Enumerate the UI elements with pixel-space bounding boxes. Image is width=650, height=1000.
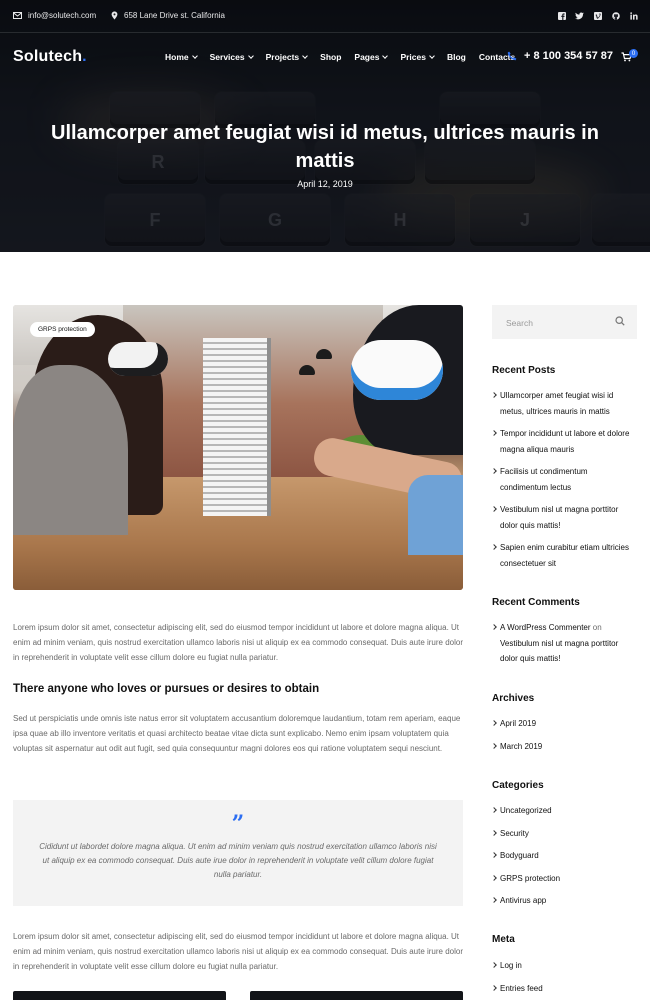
category-link[interactable]: Antivirus app — [492, 893, 637, 909]
category-link[interactable]: Uncategorized — [492, 803, 637, 819]
nav-item-pages[interactable]: Pages — [354, 52, 389, 62]
search-input[interactable]: Search — [506, 318, 533, 328]
category-link[interactable]: GRPS protection — [492, 871, 637, 887]
nav-item-prices[interactable]: Prices — [400, 52, 435, 62]
phone-icon — [507, 51, 517, 61]
comment-author-link[interactable]: A WordPress Commenter — [500, 623, 591, 632]
site-logo[interactable]: Solutech. — [13, 48, 87, 66]
cart-count-badge: 0 — [629, 49, 638, 58]
nav-item-projects[interactable]: Projects — [266, 52, 308, 62]
main-navbar: Solutech. Home Services Projects Shop Pa… — [0, 33, 650, 83]
category-link[interactable]: Security — [492, 826, 637, 842]
chevron-down-icon — [382, 52, 389, 59]
meta-link[interactable]: Log in — [492, 958, 637, 974]
blockquote: ” Cididunt ut labordet dolore magna aliq… — [13, 800, 463, 906]
address-text: 658 Lane Drive st. California — [124, 11, 225, 20]
recent-post-link[interactable]: Ullamcorper amet feugiat wisi id metus, … — [492, 388, 637, 419]
comment-on-text: on — [592, 623, 602, 632]
mail-icon — [13, 12, 22, 19]
github-icon[interactable] — [611, 11, 620, 20]
widget-title-recent-posts: Recent Posts — [492, 365, 556, 376]
recent-post-link[interactable]: Sapien enim curabitur etiam ultricies co… — [492, 540, 637, 571]
nav-item-shop[interactable]: Shop — [320, 52, 341, 62]
top-bar: info@solutech.com 658 Lane Drive st. Cal… — [0, 0, 650, 33]
archive-link[interactable]: April 2019 — [492, 716, 637, 732]
search-icon[interactable] — [615, 316, 625, 326]
phone-link[interactable]: + 8 100 354 57 87 — [507, 50, 613, 62]
nav-item-services[interactable]: Services — [210, 52, 254, 62]
main-menu: Home Services Projects Shop Pages Prices… — [165, 52, 515, 62]
meta-link[interactable]: Entries feed — [492, 981, 637, 997]
gallery-image — [250, 991, 463, 1000]
recent-comment: A WordPress Commenter on Vestibulum nisl… — [492, 620, 637, 667]
map-pin-icon — [111, 11, 118, 20]
contact-address: 658 Lane Drive st. California — [111, 11, 225, 20]
search-box[interactable]: Search — [492, 305, 637, 339]
contact-email[interactable]: info@solutech.com — [13, 11, 96, 20]
facebook-icon[interactable] — [557, 11, 566, 20]
chevron-down-icon — [247, 52, 254, 59]
email-text: info@solutech.com — [28, 11, 97, 20]
widget-title-meta: Meta — [492, 934, 515, 945]
meta-list: Log in Entries feed — [492, 958, 637, 1000]
featured-image: GRPS protection — [13, 305, 463, 590]
quote-icon: ” — [231, 811, 245, 837]
twitter-icon[interactable] — [575, 11, 584, 20]
article-paragraph: Sed ut perspiciatis unde omnis iste natu… — [13, 714, 461, 753]
quote-text: Cididunt ut labordet dolore magna aliqua… — [39, 842, 437, 879]
page-title: Ullamcorper amet feugiat wisi id metus, … — [51, 122, 599, 172]
widget-title-recent-comments: Recent Comments — [492, 597, 580, 608]
chevron-down-icon — [429, 52, 435, 59]
archives-list: April 2019 March 2019 — [492, 716, 637, 761]
article-subheading: There anyone who loves or pursues or des… — [13, 683, 320, 695]
chevron-down-icon — [302, 52, 308, 59]
article-paragraph: Lorem ipsum dolor sit amet, consectetur … — [13, 623, 463, 662]
article: GRPS protection Lorem ipsum dolor sit am… — [13, 305, 463, 1000]
article-paragraph: Lorem ipsum dolor sit amet, consectetur … — [13, 932, 463, 971]
linkedin-icon[interactable] — [629, 11, 638, 20]
nav-item-home[interactable]: Home — [165, 52, 198, 62]
recent-comments-list: A WordPress Commenter on Vestibulum nisl… — [492, 620, 637, 667]
gallery-image — [13, 991, 226, 1000]
categories-list: Uncategorized Security Bodyguard GRPS pr… — [492, 803, 637, 916]
post-date: April 12, 2019 — [297, 179, 353, 189]
recent-post-link[interactable]: Facilisis ut condimentum condimentum lec… — [492, 464, 637, 495]
hero-section: R F G H J info@solutech.com 658 Lane Dri… — [0, 0, 650, 252]
widget-title-archives: Archives — [492, 693, 535, 704]
image-category-tag[interactable]: GRPS protection — [30, 322, 95, 337]
archive-link[interactable]: March 2019 — [492, 739, 637, 755]
social-links — [557, 11, 638, 20]
category-link[interactable]: Bodyguard — [492, 848, 637, 864]
recent-post-link[interactable]: Vestibulum nisl ut magna porttitor dolor… — [492, 502, 637, 533]
recent-post-link[interactable]: Tempor incididunt ut labore et dolore ma… — [492, 426, 637, 457]
nav-item-blog[interactable]: Blog — [447, 52, 466, 62]
vimeo-icon[interactable] — [593, 11, 602, 20]
chevron-down-icon — [191, 52, 198, 59]
recent-posts-list: Ullamcorper amet feugiat wisi id metus, … — [492, 388, 637, 578]
widget-title-categories: Categories — [492, 780, 544, 791]
phone-number: + 8 100 354 57 87 — [524, 50, 613, 62]
comment-post-link[interactable]: Vestibulum nisl ut magna porttitor dolor… — [500, 639, 618, 664]
